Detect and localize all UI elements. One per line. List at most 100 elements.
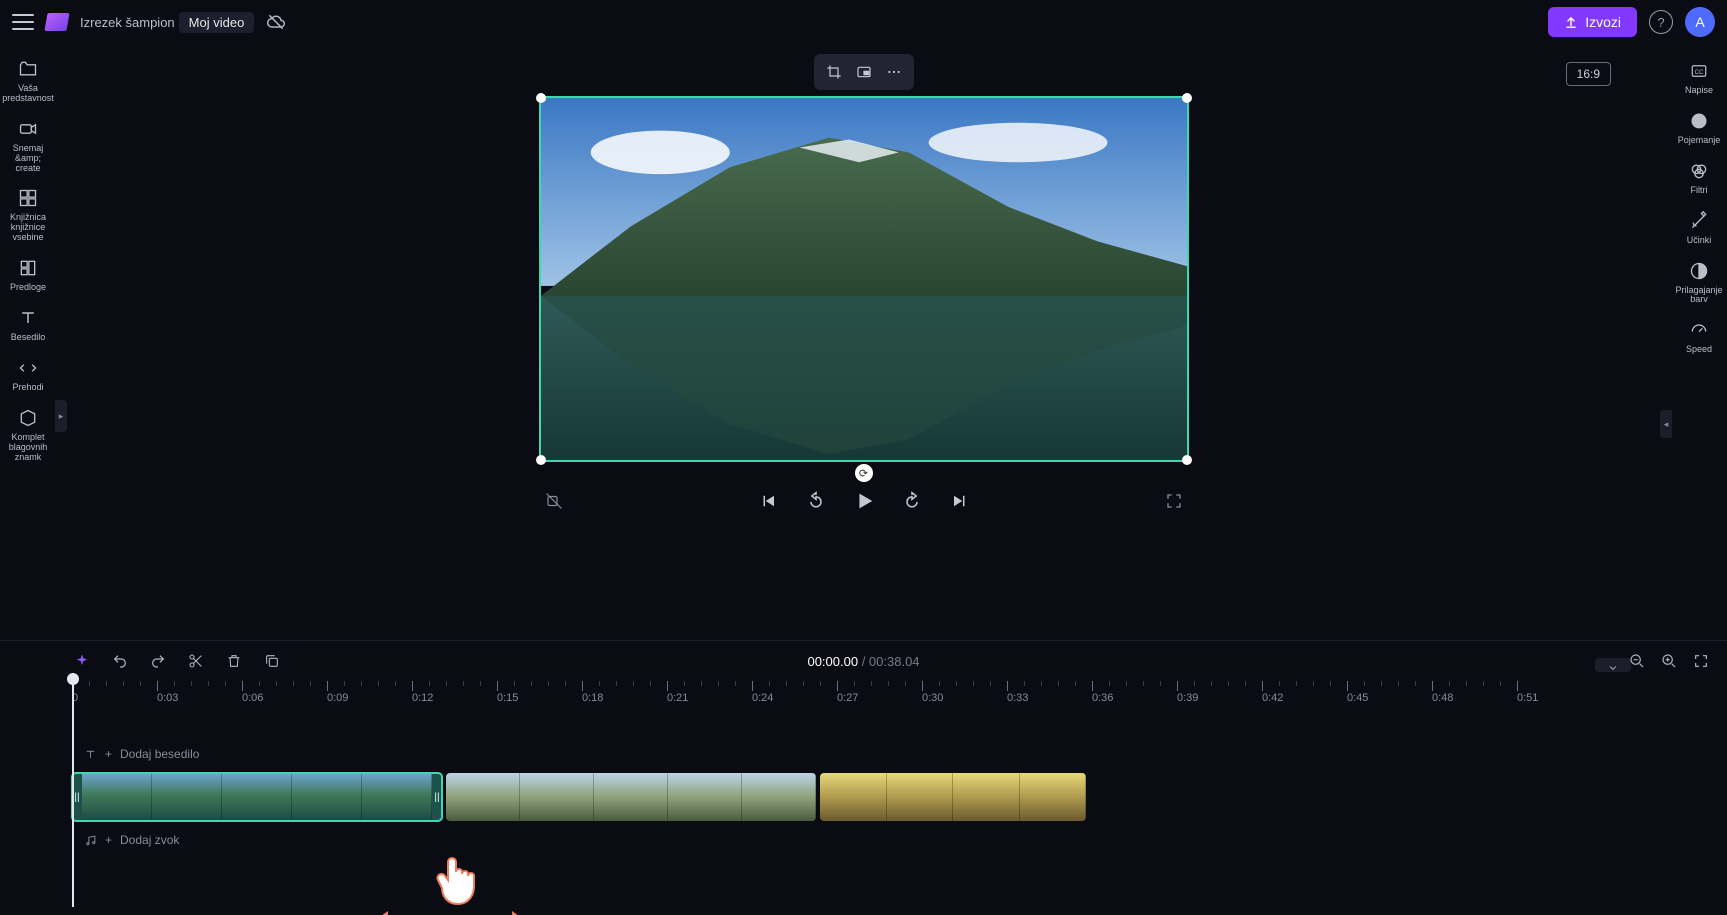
property-filters[interactable]: Filtri [1671,158,1727,198]
ai-tool-button[interactable] [72,651,92,671]
rewind-button[interactable] [805,490,827,512]
library-icon [17,187,39,209]
timeline-ruler[interactable]: 00:030:060:090:120:150:180:210:240:270:3… [0,681,1727,707]
upload-icon [1564,15,1578,29]
redo-button[interactable] [148,651,168,671]
timeline-toolbar: 00:00.00 / 00:38.04 [0,641,1727,681]
menu-button[interactable] [12,14,34,30]
sidebar-item-templates[interactable]: Predloge [0,253,56,297]
duplicate-button[interactable] [262,651,282,671]
media-icon [17,58,39,80]
forward-button[interactable] [901,490,923,512]
sidebar-item-text[interactable]: Besedilo [0,303,56,347]
split-button[interactable] [186,651,206,671]
ruler-tick: 0:12 [412,681,433,707]
sidebar-item-record[interactable]: Snemaj &amp; create [0,114,56,178]
sidebar-item-media[interactable]: Vaša predstavnost [0,54,56,108]
property-speed[interactable]: Speed [1671,317,1727,357]
top-bar: Izrezek šampion Moj video Izvozi ? A [0,0,1727,44]
skip-start-button[interactable] [757,490,779,512]
resize-handle-br[interactable] [1182,455,1192,465]
timeline-clip[interactable] [820,773,1086,821]
crop-button[interactable] [822,60,846,84]
sync-off-icon[interactable] [266,12,286,32]
ruler-tick: 0:33 [1007,681,1028,707]
project-name[interactable]: Moj video [179,12,255,33]
property-effects[interactable]: Učinki [1671,208,1727,248]
music-icon [84,834,97,847]
preview-image [541,98,1187,460]
resize-handle-tl[interactable] [536,93,546,103]
resize-handle-bl[interactable] [536,455,546,465]
timeline-time: 00:00.00 / 00:38.04 [807,654,919,669]
ruler-tick: 0:27 [837,681,858,707]
play-button[interactable] [853,490,875,512]
playhead[interactable] [72,673,74,907]
transport-bar [539,490,1189,512]
double-arrow-icon [360,906,540,915]
clip-trim-right[interactable]: || [432,773,442,821]
brandkit-icon [17,407,39,429]
export-label: Izvozi [1585,14,1621,30]
timeline-clip[interactable] [446,773,816,821]
tutorial-cursor-overlay [430,852,480,908]
left-sidebar: Vaša predstavnost Snemaj &amp; create Kn… [0,44,56,640]
app-logo-icon [44,13,69,31]
preview-canvas[interactable]: ⟳ [539,96,1189,462]
detach-audio-button[interactable] [545,492,563,510]
effects-icon [1688,210,1710,232]
zoom-fit-button[interactable] [1693,653,1709,669]
preview-toolbar [814,54,914,90]
transitions-icon [17,357,39,379]
ruler-tick: 0:30 [922,681,943,707]
ruler-tick: 0:39 [1177,681,1198,707]
text-icon [84,748,97,761]
ruler-tick: 0:06 [242,681,263,707]
preview-area: ⟳ 16:9 ⌄ [56,44,1671,640]
ruler-tick: 0:15 [497,681,518,707]
delete-button[interactable] [224,651,244,671]
ruler-tick: 0:03 [157,681,178,707]
ruler-tick: 0:42 [1262,681,1283,707]
ruler-tick: 0:36 [1092,681,1113,707]
export-button[interactable]: Izvozi [1548,7,1637,37]
add-text-lane[interactable]: + Dodaj besedilo [72,743,1727,765]
ruler-tick: 0:09 [327,681,348,707]
sidebar-item-transitions[interactable]: Prehodi [0,353,56,397]
resize-handle-tr[interactable] [1182,93,1192,103]
timeline-tracks: + Dodaj besedilo |||| + Dodaj zvok [0,707,1727,915]
more-button[interactable] [882,60,906,84]
text-icon [17,307,39,329]
timeline-clip[interactable]: |||| [72,773,442,821]
property-colors[interactable]: Prilagajanje barv [1671,258,1727,308]
aspect-ratio-chip[interactable]: 16:9 [1566,62,1611,86]
right-panel-expand-handle[interactable]: ◂ [1660,410,1672,438]
sidebar-item-brandkit[interactable]: Komplet blagovnih znamk [0,403,56,467]
ruler-tick: 0:45 [1347,681,1368,707]
property-captions[interactable]: CC Napise [1671,58,1727,98]
undo-button[interactable] [110,651,130,671]
ruler-tick: 0:18 [582,681,603,707]
fullscreen-button[interactable] [1165,492,1183,510]
add-audio-lane[interactable]: + Dodaj zvok [72,829,1727,851]
speed-icon [1688,319,1710,341]
templates-icon [17,257,39,279]
timeline-panel: 00:00.00 / 00:38.04 00:030:060:090:120:1… [0,640,1727,915]
zoom-out-button[interactable] [1629,653,1645,669]
avatar[interactable]: A [1685,7,1715,37]
zoom-in-button[interactable] [1661,653,1677,669]
help-button[interactable]: ? [1649,10,1673,34]
ruler-tick: 0:21 [667,681,688,707]
filters-icon [1688,160,1710,182]
property-fade[interactable]: Pojemanje [1671,108,1727,148]
pip-button[interactable] [852,60,876,84]
app-brand: Izrezek šampion [80,15,175,30]
right-sidebar: CC Napise Pojemanje Filtri Učinki Prilag… [1671,44,1727,640]
video-track[interactable]: |||| [72,773,1727,821]
hand-cursor-icon [430,852,480,908]
sidebar-item-library[interactable]: Knjižnica knjižnice vsebine [0,183,56,247]
rotate-handle[interactable]: ⟳ [855,464,873,482]
skip-end-button[interactable] [949,490,971,512]
ruler-tick: 0:48 [1432,681,1453,707]
fade-icon [1688,110,1710,132]
